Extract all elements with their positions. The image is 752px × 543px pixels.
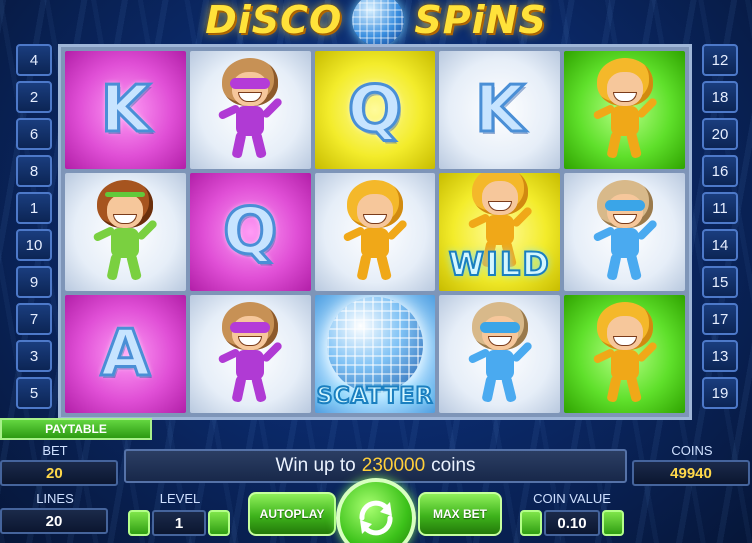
max-bet-button[interactable]: MAX BET [418,492,502,536]
win-message-amount: 230000 [361,455,426,476]
payline-left-7[interactable]: 7 [16,303,52,335]
symbol-q-icon: Q [221,194,278,271]
guy-blue-character-icon [458,302,542,406]
reel-cell [65,173,186,291]
reel-cell: SCATTER [314,295,436,413]
lines-label: LINES [36,491,74,506]
reel-cell [564,173,685,291]
paytable-button[interactable]: PAYTABLE [0,418,152,440]
payline-numbers-left: 4 2 6 8 1 10 9 7 3 5 [16,44,52,409]
spin-button[interactable] [336,478,416,543]
level-label: LEVEL [159,491,201,506]
title-word-spins: SPiNS [414,0,547,42]
symbol-k-icon: K [473,72,526,149]
reel-cell: K [439,51,561,169]
payline-right-19[interactable]: 19 [702,377,738,409]
lines-value: 20 [0,508,108,534]
reel-cell [189,295,311,413]
payline-right-17[interactable]: 17 [702,303,738,335]
reel-grid: K Q K Q WILD A SCATTER [58,44,692,420]
autoplay-button[interactable]: AUTOPLAY [248,492,336,536]
coin-value-label: COIN VALUE [533,491,611,506]
symbol-q-icon: Q [346,72,403,149]
payline-right-16[interactable]: 16 [702,155,738,187]
girl-purple-character-icon [208,58,292,162]
girl-purple-character-icon [208,302,292,406]
win-message-prefix: Win up to [275,455,356,476]
coins-value: 49940 [632,460,750,486]
reel-cell [564,295,685,413]
coin-value-decrease-button[interactable] [520,510,542,536]
reel-cell [189,51,311,169]
payline-right-13[interactable]: 13 [702,340,738,372]
reel-cell [314,173,436,291]
girl-green-character-icon [83,180,167,284]
reel-cell: K [65,51,186,169]
scatter-label: SCATTER [316,383,434,410]
payline-left-6[interactable]: 6 [16,118,52,150]
reel-cell: Q [189,173,311,291]
guy-blue-character-icon [583,180,667,284]
payline-left-9[interactable]: 9 [16,266,52,298]
reel-cell: Q [314,51,436,169]
level-increase-button[interactable] [208,510,230,536]
payline-left-1[interactable]: 1 [16,192,52,224]
title-word-disco: DiSCO [205,0,343,42]
bet-value: 20 [0,460,118,486]
guy-yellow-character-icon [583,58,667,162]
payline-left-4[interactable]: 4 [16,44,52,76]
payline-left-10[interactable]: 10 [16,229,52,261]
disco-ball-logo-icon [352,0,405,46]
payline-right-12[interactable]: 12 [702,44,738,76]
guy-yellow-character-icon [583,302,667,406]
scatter-disco-ball-icon [326,297,423,393]
payline-numbers-right: 12 18 20 16 11 14 15 17 13 19 [702,44,738,409]
payline-right-20[interactable]: 20 [702,118,738,150]
guy-yellow-character-icon [333,180,417,284]
game-title: DiSCO SPiNS [0,0,752,46]
payline-left-8[interactable]: 8 [16,155,52,187]
level-decrease-button[interactable] [128,510,150,536]
bet-label: BET [42,443,68,458]
payline-left-2[interactable]: 2 [16,81,52,113]
payline-right-18[interactable]: 18 [702,81,738,113]
coin-value-increase-button[interactable] [602,510,624,536]
symbol-a-icon: A [99,316,152,393]
reel-cell [439,295,561,413]
coin-value: 0.10 [544,510,600,536]
reel-cell [564,51,685,169]
payline-right-15[interactable]: 15 [702,266,738,298]
win-message-suffix: coins [431,455,476,476]
payline-right-11[interactable]: 11 [702,192,738,224]
coins-label: COINS [671,443,713,458]
payline-right-14[interactable]: 14 [702,229,738,261]
wild-label: WILD [448,244,551,284]
reel-cell: A [65,295,186,413]
payline-left-3[interactable]: 3 [16,340,52,372]
payline-left-5[interactable]: 5 [16,377,52,409]
level-value: 1 [152,510,206,536]
spin-arrows-icon [359,500,393,536]
symbol-k-icon: K [99,72,152,149]
reel-cell: WILD [439,173,561,291]
